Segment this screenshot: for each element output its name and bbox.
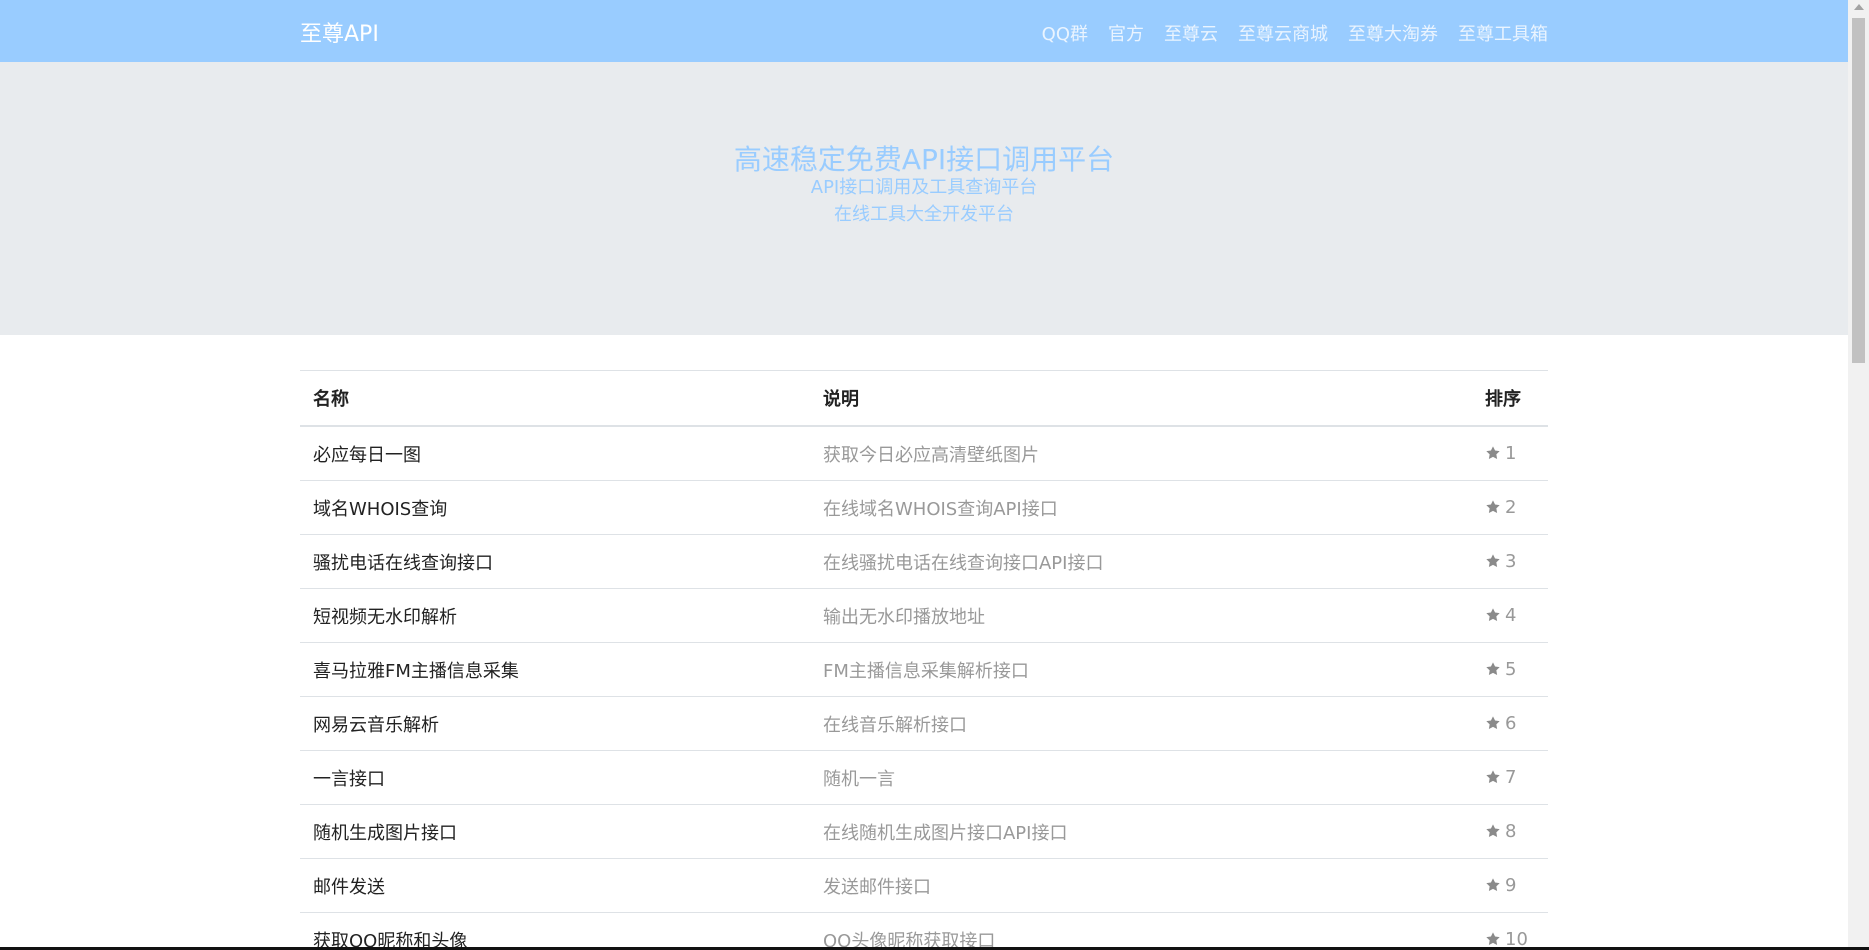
star-icon: [1486, 878, 1500, 892]
hero-title: 高速稳定免费API接口调用平台: [733, 143, 1115, 176]
scrollbar-thumb[interactable]: [1852, 18, 1865, 363]
api-rank: 10: [1472, 912, 1548, 950]
api-desc: 在线骚扰电话在线查询接口API接口: [810, 534, 1472, 589]
header-rank: 排序: [1472, 370, 1548, 427]
star-icon: [1486, 932, 1500, 946]
api-name[interactable]: 短视频无水印解析: [300, 588, 810, 643]
api-desc: 在线域名WHOIS查询API接口: [810, 480, 1472, 535]
hero-subtitle-2: 在线工具大全开发平台: [834, 204, 1014, 225]
api-name[interactable]: 必应每日一图: [300, 425, 810, 481]
navbar: 至尊API QQ群 官方 至尊云 至尊云商城 至尊大淘券 至尊工具箱: [0, 0, 1848, 62]
api-desc: 随机一言: [810, 750, 1472, 805]
api-rank: 1: [1472, 425, 1548, 481]
rank-value: 3: [1505, 551, 1517, 572]
api-rank: 6: [1472, 696, 1548, 751]
table-row[interactable]: 骚扰电话在线查询接口 在线骚扰电话在线查询接口API接口 3: [300, 534, 1548, 589]
vertical-scrollbar[interactable]: [1848, 0, 1869, 950]
rank-value: 5: [1505, 659, 1517, 680]
nav-toolbox[interactable]: 至尊工具箱: [1458, 20, 1548, 46]
rank-value: 6: [1505, 713, 1517, 734]
rank-value: 7: [1505, 767, 1517, 788]
rank-value: 8: [1505, 821, 1517, 842]
brand-logo[interactable]: 至尊API: [300, 16, 379, 48]
api-table: 名称 说明 排序 必应每日一图 获取今日必应高清壁纸图片 1 域名WHOIS查询…: [300, 370, 1548, 950]
api-desc: 在线随机生成图片接口API接口: [810, 804, 1472, 859]
star-icon: [1486, 554, 1500, 568]
api-name[interactable]: 骚扰电话在线查询接口: [300, 534, 810, 589]
nav-cloud-mall[interactable]: 至尊云商城: [1238, 20, 1328, 46]
api-table-container: 名称 说明 排序 必应每日一图 获取今日必应高清壁纸图片 1 域名WHOIS查询…: [300, 370, 1548, 950]
table-row[interactable]: 随机生成图片接口 在线随机生成图片接口API接口 8: [300, 804, 1548, 859]
nav-official[interactable]: 官方: [1108, 20, 1144, 46]
star-icon: [1486, 608, 1500, 622]
nav-qq-group[interactable]: QQ群: [1042, 20, 1088, 46]
api-desc: 输出无水印播放地址: [810, 588, 1472, 643]
api-name[interactable]: 域名WHOIS查询: [300, 480, 810, 535]
header-desc: 说明: [810, 370, 1472, 427]
table-header-row: 名称 说明 排序: [300, 370, 1548, 427]
star-icon: [1486, 716, 1500, 730]
page: 至尊API QQ群 官方 至尊云 至尊云商城 至尊大淘券 至尊工具箱 高速稳定免…: [0, 0, 1848, 950]
api-name[interactable]: 随机生成图片接口: [300, 804, 810, 859]
api-name[interactable]: 一言接口: [300, 750, 810, 805]
star-icon: [1486, 446, 1500, 460]
api-rank: 4: [1472, 588, 1548, 643]
table-row[interactable]: 邮件发送 发送邮件接口 9: [300, 858, 1548, 913]
table-row[interactable]: 必应每日一图 获取今日必应高清壁纸图片 1: [300, 425, 1548, 481]
table-row[interactable]: 获取QQ昵称和头像 QQ头像昵称获取接口 10: [300, 912, 1548, 950]
rank-value: 1: [1505, 443, 1517, 464]
api-desc: QQ头像昵称获取接口: [810, 912, 1472, 950]
nav-coupons[interactable]: 至尊大淘券: [1348, 20, 1438, 46]
api-name[interactable]: 获取QQ昵称和头像: [300, 912, 810, 950]
nav-zhizun-cloud[interactable]: 至尊云: [1164, 20, 1218, 46]
api-desc: FM主播信息采集解析接口: [810, 642, 1472, 697]
rank-value: 9: [1505, 875, 1517, 896]
table-row[interactable]: 域名WHOIS查询 在线域名WHOIS查询API接口 2: [300, 480, 1548, 535]
star-icon: [1486, 662, 1500, 676]
hero-subtitle-1: API接口调用及工具查询平台: [810, 177, 1038, 198]
api-rank: 8: [1472, 804, 1548, 859]
api-desc: 获取今日必应高清壁纸图片: [810, 425, 1472, 481]
api-name[interactable]: 网易云音乐解析: [300, 696, 810, 751]
nav-links: QQ群 官方 至尊云 至尊云商城 至尊大淘券 至尊工具箱: [1042, 20, 1548, 46]
api-desc: 发送邮件接口: [810, 858, 1472, 913]
table-row[interactable]: 喜马拉雅FM主播信息采集 FM主播信息采集解析接口 5: [300, 642, 1548, 697]
star-icon: [1486, 824, 1500, 838]
table-row[interactable]: 短视频无水印解析 输出无水印播放地址 4: [300, 588, 1548, 643]
api-rank: 5: [1472, 642, 1548, 697]
api-name[interactable]: 喜马拉雅FM主播信息采集: [300, 642, 810, 697]
star-icon: [1486, 500, 1500, 514]
scroll-up-arrow-icon[interactable]: [1854, 4, 1864, 10]
rank-value: 2: [1505, 497, 1517, 518]
table-row[interactable]: 网易云音乐解析 在线音乐解析接口 6: [300, 696, 1548, 751]
api-rank: 2: [1472, 480, 1548, 535]
api-rank: 3: [1472, 534, 1548, 589]
star-icon: [1486, 770, 1500, 784]
api-name[interactable]: 邮件发送: [300, 858, 810, 913]
table-row[interactable]: 一言接口 随机一言 7: [300, 750, 1548, 805]
api-rank: 9: [1472, 858, 1548, 913]
api-desc: 在线音乐解析接口: [810, 696, 1472, 751]
hero-banner: 高速稳定免费API接口调用平台 API接口调用及工具查询平台 在线工具大全开发平…: [0, 62, 1848, 335]
header-name: 名称: [300, 370, 810, 427]
rank-value: 4: [1505, 605, 1517, 626]
api-rank: 7: [1472, 750, 1548, 805]
